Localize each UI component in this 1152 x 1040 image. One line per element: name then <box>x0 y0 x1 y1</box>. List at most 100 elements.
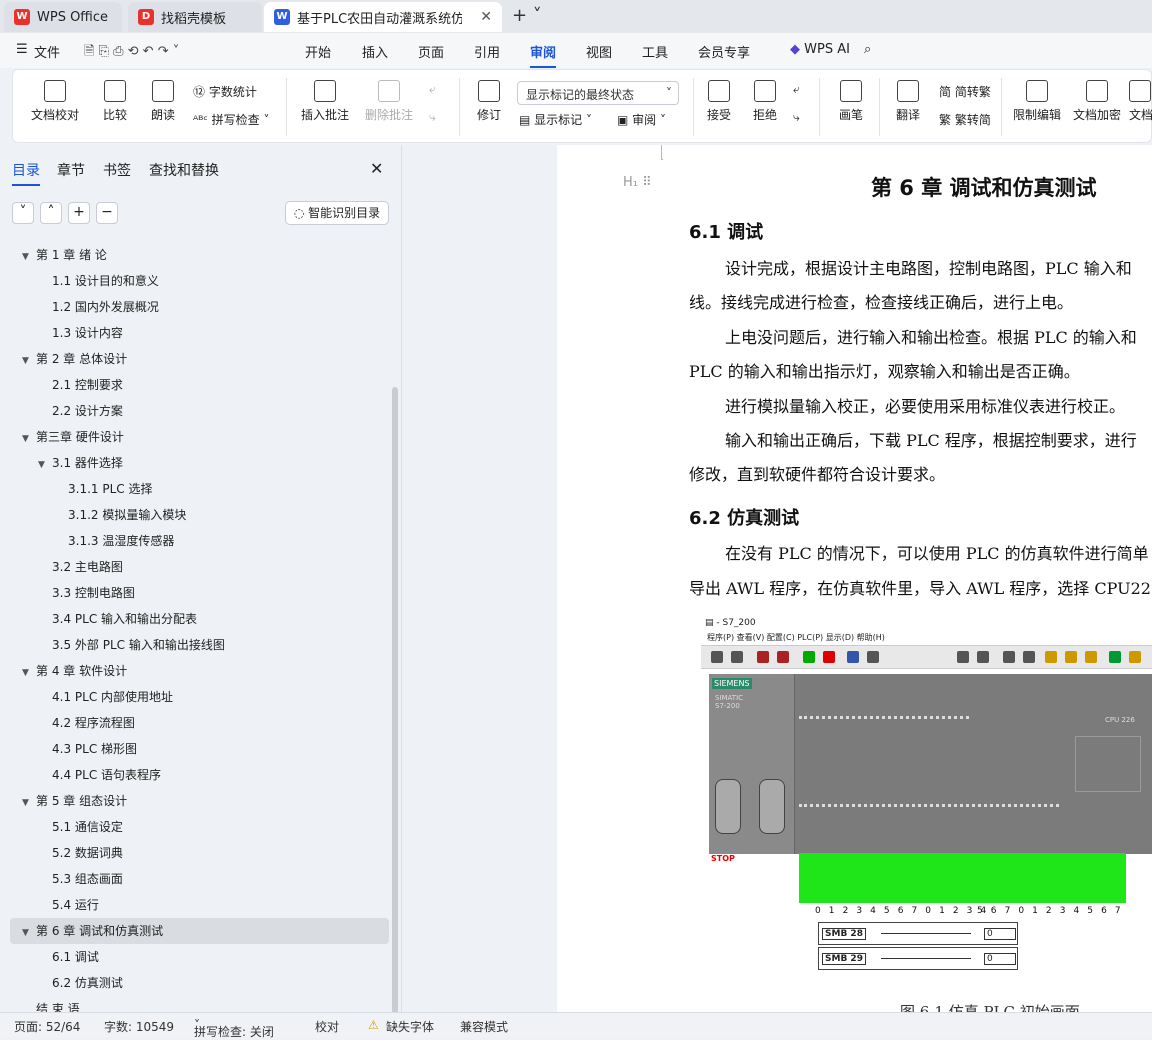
toc-item[interactable]: 3.1.2 模拟量输入模块 <box>54 502 186 528</box>
tab-document[interactable]: W 基于PLC农田自动灌溉系统仿真 ✕ <box>264 2 502 32</box>
heading-marker-icon[interactable]: H₁ ⠿ <box>623 175 652 190</box>
toc-item[interactable]: 4.2 程序流程图 <box>38 710 135 736</box>
expand-arrow-icon[interactable]: ▼ <box>38 452 52 478</box>
tab-wps-office[interactable]: W WPS Office <box>4 2 122 32</box>
page-indicator[interactable]: 页面: 52/64 <box>14 1018 80 1035</box>
toc-item[interactable]: ▼ 第 5 章 组态设计 <box>22 788 127 814</box>
toc-item[interactable]: 1.2 国内外发展概况 <box>38 294 159 320</box>
toolbar-icon <box>1129 651 1141 663</box>
toc-item[interactable]: 5.1 通信设定 <box>38 814 123 840</box>
remove-icon[interactable]: − <box>96 202 118 224</box>
toc-item[interactable]: ▼ 3.1 器件选择 <box>38 450 123 476</box>
nav-tab-find[interactable]: 查找和替换 <box>149 160 219 180</box>
smart-toc-button[interactable]: ◌ 智能识别目录 <box>285 201 389 225</box>
hamburger-icon[interactable]: ☰ <box>16 42 28 57</box>
scrollbar[interactable] <box>392 387 398 1035</box>
expand-arrow-icon[interactable]: ▼ <box>22 660 36 686</box>
menu-review[interactable]: 审阅 <box>530 42 557 68</box>
close-icon[interactable]: ✕ <box>480 9 492 25</box>
toc-item[interactable]: 3.3 控制电路图 <box>38 580 135 606</box>
menu-tools[interactable]: 工具 <box>642 42 668 61</box>
toc-item[interactable]: 5.2 数据词典 <box>38 840 123 866</box>
expand-arrow-icon[interactable]: ▼ <box>22 348 36 374</box>
next-change-icon[interactable]: ⤷ <box>793 110 800 125</box>
toc-item[interactable]: ▼ 第 2 章 总体设计 <box>22 346 127 372</box>
proof-button[interactable]: 文档校对 <box>27 80 83 123</box>
expand-arrow-icon[interactable]: ▼ <box>22 790 36 816</box>
close-icon[interactable]: ✕ <box>370 159 383 178</box>
menu-file[interactable]: 文件 <box>34 42 60 61</box>
trad-to-simp-button[interactable]: 繁 繁转简 <box>939 111 991 128</box>
simp-to-trad-button[interactable]: 简 简转繁 <box>939 83 991 100</box>
expand-icon[interactable]: ˅ <box>12 202 34 224</box>
expand-arrow-icon[interactable]: ▼ <box>22 920 36 946</box>
accept-button[interactable]: 接受 <box>699 80 739 123</box>
nav-tab-toc[interactable]: 目录 <box>12 160 40 186</box>
nav-tab-bookmark[interactable]: 书签 <box>103 160 131 180</box>
review-pane-button[interactable]: ▣ 审阅 ˅ <box>617 111 666 128</box>
markup-select[interactable]: 显示标记的最终状态 ˅ <box>517 81 679 105</box>
input-switch-block[interactable] <box>974 853 1126 903</box>
proof-status[interactable]: 校对 <box>315 1018 339 1035</box>
toc-item[interactable]: 6.1 调试 <box>38 944 99 970</box>
toc-item[interactable]: 1.1 设计目的和意义 <box>38 268 159 294</box>
toc-item[interactable]: 5.4 运行 <box>38 892 99 918</box>
menu-insert[interactable]: 插入 <box>362 42 388 61</box>
prev-change-icon[interactable]: ⤶ <box>793 82 800 97</box>
toc-item[interactable]: 5.3 组态画面 <box>38 866 123 892</box>
input-switch-block[interactable] <box>799 853 977 903</box>
pen-button[interactable]: 画笔 <box>831 80 871 123</box>
toc-item[interactable]: ▼ 第 1 章 绪 论 <box>22 242 107 268</box>
toc-item[interactable]: 2.2 设计方案 <box>38 398 123 424</box>
missing-font[interactable]: 缺失字体 <box>386 1018 434 1035</box>
spell-check-button[interactable]: ᴬᴮᶜ 拼写检查 ˅ <box>193 111 269 128</box>
expand-arrow-icon[interactable]: ▼ <box>22 426 36 452</box>
tab-template[interactable]: D 找稻壳模板 <box>128 2 262 32</box>
smb28-slider[interactable]: SMB 28 0 <box>818 922 1018 945</box>
menu-start[interactable]: 开始 <box>305 42 331 61</box>
show-markup-button[interactable]: ▤ 显示标记 ˅ <box>519 111 592 128</box>
toc-item[interactable]: 4.1 PLC 内部使用地址 <box>38 684 173 710</box>
toc-item[interactable]: ▼ 第 4 章 软件设计 <box>22 658 127 684</box>
restrict-edit-button[interactable]: 限制编辑 <box>1011 80 1063 123</box>
toc-item[interactable]: 3.2 主电路图 <box>38 554 123 580</box>
more-doc-button[interactable]: 文档 <box>1129 80 1152 123</box>
reject-button[interactable]: 拒绝 <box>745 80 785 123</box>
encrypt-button[interactable]: 文档加密 <box>1071 80 1123 123</box>
word-count[interactable]: 字数: 10549 <box>104 1018 174 1035</box>
toc-item[interactable]: ▼ 第三章 硬件设计 <box>22 424 124 450</box>
toc-item[interactable]: 3.4 PLC 输入和输出分配表 <box>38 606 197 632</box>
expand-arrow-icon[interactable]: ▼ <box>22 244 36 270</box>
toc-item[interactable]: 1.3 设计内容 <box>38 320 123 346</box>
toc-item[interactable]: 6.2 仿真测试 <box>38 970 123 996</box>
prev-comment-icon[interactable]: ⤶ <box>429 82 436 97</box>
toc-item[interactable]: 4.3 PLC 梯形图 <box>38 736 137 762</box>
translate-button[interactable]: 翻译 <box>887 80 929 123</box>
smb29-slider[interactable]: SMB 29 0 <box>818 947 1018 970</box>
spell-status[interactable]: 拼写检查: 关闭 ˅ <box>194 1018 274 1039</box>
search-icon[interactable]: ⌕ <box>864 42 871 57</box>
word-count-button[interactable]: ⑫ 字数统计 <box>193 83 257 100</box>
menu-page[interactable]: 页面 <box>418 42 444 61</box>
menu-member[interactable]: 会员专享 <box>698 42 750 61</box>
delete-comment-button[interactable]: 删除批注 <box>359 80 419 123</box>
wps-ai-button[interactable]: ◆ WPS AI <box>790 42 850 57</box>
toc-item[interactable]: 2.1 控制要求 <box>38 372 123 398</box>
read-aloud-button[interactable]: 朗读 <box>145 80 181 123</box>
quick-tools-icon[interactable]: 🗎 ⎘ ⎙ ⟲ ↶ ↷ ˅ <box>84 42 179 64</box>
next-comment-icon[interactable]: ⤷ <box>429 110 436 125</box>
toc-item[interactable]: 3.5 外部 PLC 输入和输出接线图 <box>38 632 225 658</box>
toc-item[interactable]: 3.1.3 温湿度传感器 <box>54 528 174 554</box>
toc-item[interactable]: 3.1.1 PLC 选择 <box>54 476 152 502</box>
new-tab-icon[interactable]: + ˅ <box>512 5 542 26</box>
menu-view[interactable]: 视图 <box>586 42 612 61</box>
nav-tab-chapter[interactable]: 章节 <box>57 160 85 180</box>
menu-reference[interactable]: 引用 <box>474 42 500 61</box>
revise-button[interactable]: 修订 <box>469 80 509 123</box>
compare-button[interactable]: 比较 <box>95 80 135 123</box>
collapse-icon[interactable]: ˄ <box>40 202 62 224</box>
toc-item[interactable]: 4.4 PLC 语句表程序 <box>38 762 161 788</box>
insert-comment-button[interactable]: 插入批注 <box>297 80 353 123</box>
add-icon[interactable]: + <box>68 202 90 224</box>
toc-item[interactable]: ▼ 第 6 章 调试和仿真测试 <box>10 918 389 944</box>
